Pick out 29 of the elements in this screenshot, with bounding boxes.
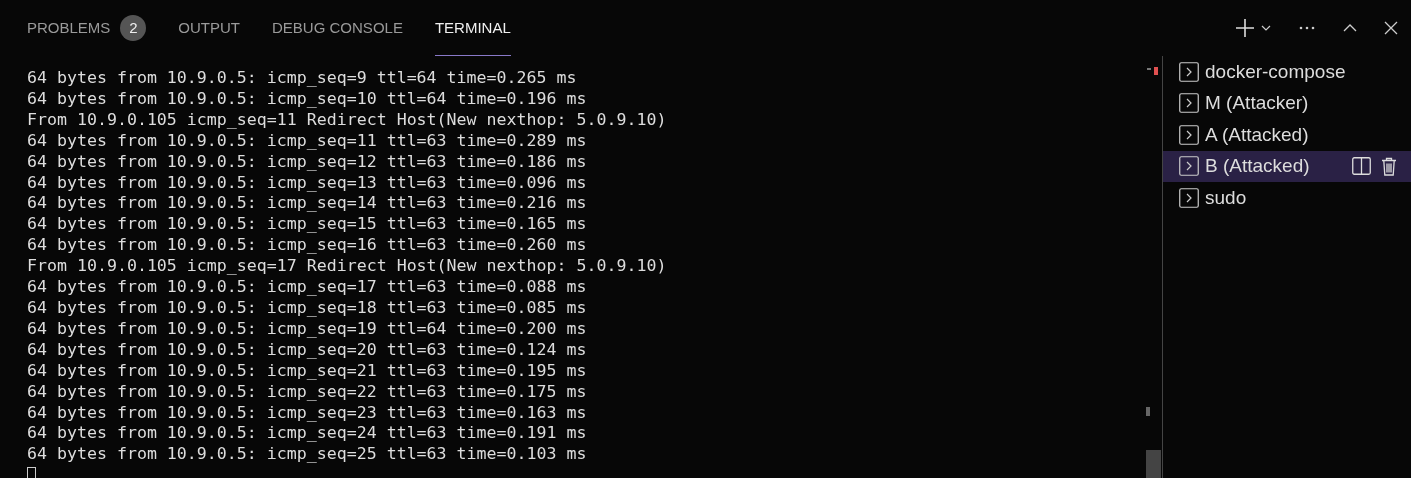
terminal-list-item[interactable]: sudo [1163,182,1411,214]
terminal-line: 64 bytes from 10.9.0.5: icmp_seq=25 ttl=63 time=0.103 ms [27,444,588,466]
problem-count: 2 [120,14,147,41]
terminal-line: 64 bytes from 10.9.0.5: icmp_seq=23 ttl=63 time=0.163 ms [27,402,588,424]
terminal-line: 64 bytes from 10.9.0.5: icmp_seq=16 ttl=63 time=0.260 ms [27,235,588,257]
terminal-line: 64 bytes from 10.9.0.5: icmp_seq=21 ttl=63 time=0.195 ms [27,360,588,382]
terminal-line: 64 bytes from 10.9.0.5: icmp_seq=11 ttl=63 time=0.289 ms [27,130,588,152]
panel-tab[interactable]: TERMINAL [434,0,511,56]
terminal-list-item[interactable]: B (Attacked) [1163,150,1411,182]
terminal-line: 64 bytes from 10.9.0.5: icmp_seq=22 ttl=63 time=0.175 ms [27,381,588,403]
panel-tab[interactable]: PROBLEMS 2 [27,0,147,56]
terminal-line: 64 bytes from 10.9.0.5: icmp_seq=12 ttl=63 time=0.186 ms [27,151,588,173]
terminal-line: 64 bytes from 10.9.0.5: icmp_seq=9 ttl=64 time=0.265 ms [27,68,578,89]
panel-tab[interactable]: DEBUG CONSOLE [272,0,403,56]
terminal-line: 64 bytes from 10.9.0.5: icmp_seq=10 ttl=64 time=0.196 ms [27,88,588,110]
terminal-line: 64 bytes from 10.9.0.5: icmp_seq=20 ttl=63 time=0.124 ms [27,339,588,361]
terminal-list-item[interactable]: A (Attacked) [1163,119,1411,151]
terminal-list-item[interactable]: M (Attacker) [1163,87,1411,119]
terminal-list-item[interactable]: docker-compose [1163,56,1411,88]
terminal-line: 64 bytes from 10.9.0.5: icmp_seq=18 ttl=63 time=0.085 ms [27,297,588,319]
terminal-line: From 10.9.0.105 icmp_seq=11 Redirect Host(New nexthop: 5.0.9.10) [27,109,668,131]
terminal-line: 64 bytes from 10.9.0.5: icmp_seq=14 ttl=63 time=0.216 ms [27,193,588,215]
terminal-line: 64 bytes from 10.9.0.5: icmp_seq=13 ttl=63 time=0.096 ms [27,172,588,194]
terminal-line: 64 bytes from 10.9.0.5: icmp_seq=19 ttl=64 time=0.200 ms [27,318,588,340]
panel-tab[interactable]: OUTPUT [178,0,241,56]
terminal-line: 64 bytes from 10.9.0.5: icmp_seq=15 ttl=63 time=0.165 ms [27,214,588,236]
terminal-line: 64 bytes from 10.9.0.5: icmp_seq=24 ttl=63 time=0.191 ms [27,423,588,445]
terminal-line: 64 bytes from 10.9.0.5: icmp_seq=17 ttl=63 time=0.088 ms [27,277,588,298]
terminal-line: From 10.9.0.105 icmp_seq=17 Redirect Host(New nexthop: 5.0.9.10) [27,256,668,278]
